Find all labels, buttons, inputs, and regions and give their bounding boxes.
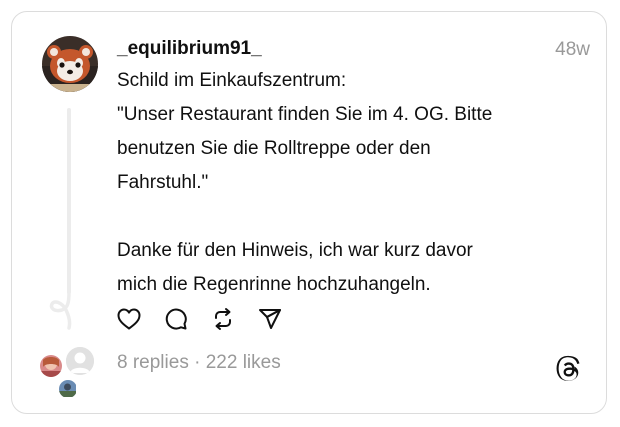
thread-loop-icon bbox=[49, 290, 72, 330]
default-avatar-icon bbox=[66, 347, 94, 375]
landscape-photo-icon bbox=[59, 380, 76, 397]
threads-logo-icon[interactable] bbox=[555, 355, 582, 384]
user-avatar[interactable] bbox=[42, 36, 98, 92]
comment-icon bbox=[165, 308, 187, 330]
red-panda-avatar-icon bbox=[42, 36, 98, 92]
post-stats: 8 replies · 222 likes bbox=[117, 352, 281, 374]
post-text-line: benutzen Sie die Rolltreppe oder den bbox=[117, 138, 431, 159]
share-button[interactable] bbox=[257, 306, 283, 332]
reply-avatar bbox=[64, 345, 96, 377]
stats-separator: · bbox=[188, 352, 206, 373]
comment-button[interactable] bbox=[163, 306, 189, 332]
reply-avatar bbox=[38, 353, 64, 379]
thread-line bbox=[67, 108, 71, 294]
post-timestamp[interactable]: 48w bbox=[555, 39, 590, 61]
replies-link[interactable]: 8 replies bbox=[117, 352, 189, 373]
heart-icon bbox=[117, 308, 141, 330]
likes-link[interactable]: 222 likes bbox=[206, 352, 281, 373]
post-body: Schild im Einkaufszentrum: "Unser Restau… bbox=[117, 64, 557, 302]
post-text-line: Schild im Einkaufszentrum: bbox=[117, 70, 347, 91]
person-photo-icon bbox=[40, 355, 62, 377]
repost-icon bbox=[215, 308, 231, 330]
username[interactable]: _equilibrium91_ bbox=[117, 38, 262, 60]
reply-avatar bbox=[58, 379, 78, 399]
like-button[interactable] bbox=[116, 306, 142, 332]
action-bar bbox=[116, 305, 304, 333]
reply-avatars bbox=[38, 345, 100, 401]
post-text-line: Fahrstuhl." bbox=[117, 172, 209, 193]
share-icon bbox=[259, 309, 281, 329]
repost-button[interactable] bbox=[210, 306, 236, 332]
post-text-line: Danke für den Hinweis, ich war kurz davo… bbox=[117, 240, 473, 261]
post-text-line: "Unser Restaurant finden Sie im 4. OG. B… bbox=[117, 104, 493, 125]
post-text-line: mich die Regenrinne hochzuhangeln. bbox=[117, 274, 431, 295]
